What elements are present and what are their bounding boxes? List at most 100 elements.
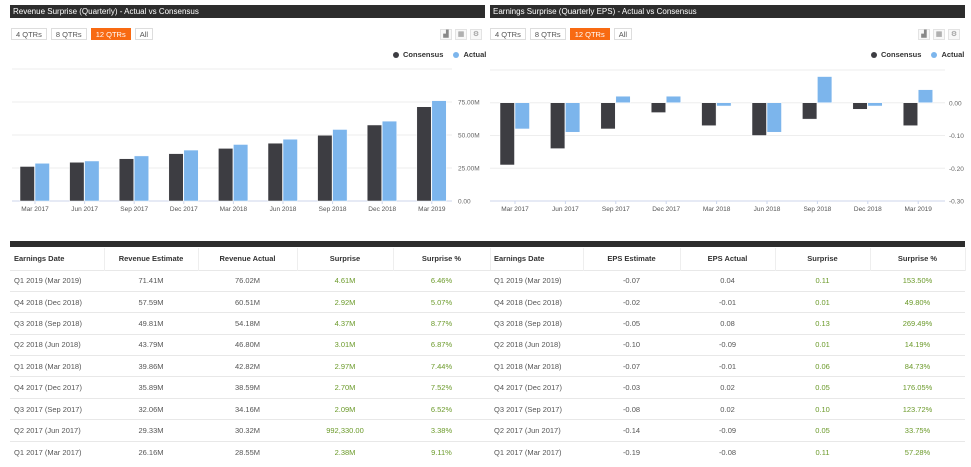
table-cell: 6.87% (393, 333, 490, 356)
x-tick-label: Jun 2017 (71, 206, 98, 213)
bar-consensus-jun-2018 (751, 102, 767, 136)
x-tick-label: Sep 2018 (803, 206, 831, 213)
column-header[interactable]: Surprise (775, 248, 871, 270)
bar-consensus-sep-2017 (600, 102, 616, 130)
column-header[interactable]: Surprise % (393, 248, 491, 270)
table-row: Q4 2017 (Dec 2017) 35.89M 38.59M 2.70M 7.52% (10, 376, 490, 399)
y-tick-label: -0.20 (949, 166, 964, 173)
table-cell: 8.77% (393, 312, 490, 335)
column-header[interactable]: Surprise % (870, 248, 966, 270)
table-cell: 4.37M (297, 312, 393, 335)
table-cell: 269.49% (870, 312, 965, 335)
x-tick-label: Dec 2017 (170, 206, 198, 213)
bar-actual-mar-2019 (917, 89, 933, 104)
table-cell: Q2 2018 (Jun 2018) (10, 333, 104, 356)
column-header[interactable]: EPS Estimate (583, 248, 681, 270)
table-cell: -0.03 (583, 376, 680, 399)
table-cell: 7.44% (393, 355, 490, 377)
table-row: Q2 2018 (Jun 2018) 43.79M 46.80M 3.01M 6.87% (10, 333, 490, 356)
table-cell: 0.01 (775, 290, 870, 313)
table-cell: 84.73% (870, 355, 965, 377)
bar-consensus-dec-2018 (852, 102, 868, 110)
bar-consensus-sep-2018 (317, 135, 333, 202)
bar-consensus-jun-2018 (267, 142, 283, 202)
table-cell: 992,330.00 (297, 419, 393, 442)
column-header[interactable]: Earnings Date (10, 248, 105, 270)
x-tick-label: Sep 2017 (120, 206, 148, 213)
y-tick-label: 50.00M (458, 133, 480, 140)
table-row: Q1 2017 (Mar 2017) 26.16M 28.55M 2.38M 9.11% (10, 440, 490, 463)
table-cell: -0.07 (583, 269, 680, 292)
table-cell: 49.80% (870, 290, 965, 313)
table-cell: Q1 2017 (Mar 2017) (490, 440, 583, 463)
bar-actual-dec-2018 (381, 120, 397, 202)
section-divider (10, 241, 965, 247)
table-cell: 3.38% (393, 419, 490, 442)
table-cell: 32.06M (104, 397, 198, 420)
table-cell: 2.70M (297, 376, 393, 399)
table-cell: -0.07 (583, 355, 680, 377)
table-cell: 0.05 (775, 419, 870, 442)
table-cell: 3.01M (297, 333, 393, 356)
table-cell: 0.08 (680, 312, 775, 335)
x-tick-label: Jun 2018 (270, 206, 297, 213)
table-cell: Q1 2018 (Mar 2018) (490, 355, 583, 377)
table-cell: -0.09 (680, 419, 775, 442)
column-header[interactable]: EPS Actual (680, 248, 776, 270)
table-cell: 0.01 (775, 333, 870, 356)
table-cell: 57.59M (104, 290, 198, 313)
column-header[interactable]: Revenue Estimate (104, 248, 199, 270)
table-cell: 7.52% (393, 376, 490, 399)
bar-consensus-mar-2018 (701, 102, 717, 126)
y-tick-label: 75.00M (458, 100, 480, 107)
table-cell: 123.72% (870, 397, 965, 420)
y-tick-label: 0.00 (949, 100, 962, 107)
x-tick-label: Jun 2017 (552, 206, 579, 213)
bar-actual-sep-2018 (817, 76, 833, 104)
table-cell: 26.16M (104, 440, 198, 463)
table-cell: 28.55M (198, 440, 297, 463)
table-cell: Q1 2019 (Mar 2019) (490, 269, 583, 292)
table-cell: 2.97M (297, 355, 393, 377)
bar-actual-sep-2017 (615, 95, 631, 103)
table-cell: 4.61M (297, 269, 393, 292)
table-cell: -0.02 (583, 290, 680, 313)
table-cell: 43.79M (104, 333, 198, 356)
table-cell: -0.05 (583, 312, 680, 335)
table-cell: 57.28% (870, 440, 965, 463)
revenue-table: Earnings Date Revenue Estimate Revenue Act… (10, 248, 491, 463)
x-tick-label: Mar 2017 (501, 206, 529, 213)
column-header[interactable]: Earnings Date (490, 248, 584, 270)
y-tick-label: -0.30 (949, 199, 964, 206)
table-cell: Q1 2017 (Mar 2017) (10, 440, 104, 463)
table-cell: 176.05% (870, 376, 965, 399)
table-row: Q2 2017 (Jun 2017) 29.33M 30.32M 992,330.00… (10, 419, 490, 442)
table-cell: 6.52% (393, 397, 490, 420)
table-cell: 0.02 (680, 397, 775, 420)
bar-actual-sep-2018 (332, 129, 348, 202)
bar-actual-jun-2018 (766, 102, 782, 133)
table-row: Q4 2018 (Dec 2018) 57.59M 60.51M 2.92M 5.07% (10, 290, 490, 313)
table-cell: Q3 2017 (Sep 2017) (490, 397, 583, 420)
table-cell: Q2 2017 (Jun 2017) (490, 419, 583, 442)
bar-consensus-dec-2018 (366, 124, 382, 202)
table-cell: 60.51M (198, 290, 297, 313)
bar-consensus-sep-2017 (118, 158, 134, 202)
table-cell: Q4 2018 (Dec 2018) (490, 290, 583, 313)
table-cell: Q2 2017 (Jun 2017) (10, 419, 104, 442)
bar-actual-jun-2018 (282, 138, 298, 202)
x-tick-label: Dec 2017 (652, 206, 680, 213)
bar-consensus-mar-2017 (499, 102, 515, 166)
charts-canvas: 0.00 25.00M 50.00M 75.00M Mar 2017 Jun 2017 Se… (12, 68, 964, 213)
table-cell: 0.04 (680, 269, 775, 292)
column-header[interactable]: Surprise (297, 248, 394, 270)
column-header[interactable]: Revenue Actual (198, 248, 298, 270)
table-row: Q1 2018 (Mar 2018) 39.86M 42.82M 2.97M 7.44% (10, 355, 490, 377)
table-cell: -0.08 (680, 440, 775, 463)
x-tick-label: Mar 2018 (220, 206, 248, 213)
table-cell: 76.02M (198, 269, 297, 292)
table-cell: 39.86M (104, 355, 198, 377)
table-row: Q3 2018 (Sep 2018) -0.05 0.08 0.13 269.49% (490, 312, 965, 335)
bar-actual-dec-2018 (867, 102, 883, 107)
table-cell: 0.02 (680, 376, 775, 399)
